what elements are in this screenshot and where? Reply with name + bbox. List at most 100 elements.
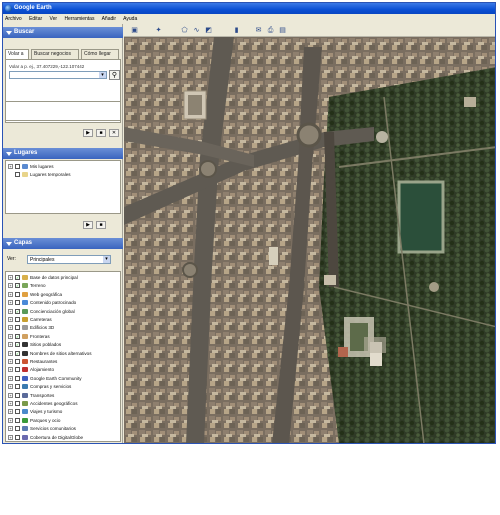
layer-checkbox[interactable]	[15, 367, 20, 373]
layer-item[interactable]: + Web geográfica	[6, 291, 120, 298]
layer-item[interactable]: + ✓ Nombres de sitios alternativos	[6, 350, 120, 357]
places-item-lugares-temporales[interactable]: Lugares temporales	[6, 171, 120, 178]
layer-item[interactable]: + ✓ Concienciación global	[6, 308, 120, 315]
menu-archivo[interactable]: Archivo	[5, 16, 22, 22]
places-item-mis-lugares[interactable]: + Mis lugares	[6, 163, 120, 170]
expand-icon[interactable]: +	[8, 350, 13, 356]
image-overlay-icon[interactable]: ◩	[204, 26, 213, 35]
sidebar-toggle-icon[interactable]: ▣	[130, 26, 139, 35]
expand-icon[interactable]: +	[8, 384, 13, 390]
layer-checkbox[interactable]	[15, 434, 20, 440]
chevron-down-icon[interactable]: ▾	[99, 72, 106, 78]
layer-item[interactable]: + Restaurantes	[6, 358, 120, 365]
layer-checkbox[interactable]: ✓	[15, 275, 20, 280]
stop-icon[interactable]: ■	[96, 129, 106, 137]
tab-como-llegar[interactable]: Cómo llegar	[81, 49, 119, 59]
layers-panel-header[interactable]: Capas	[3, 238, 123, 249]
search-input[interactable]: ▾	[9, 71, 107, 79]
close-icon[interactable]: ✕	[109, 129, 119, 137]
play-icon[interactable]: ▶	[83, 221, 93, 229]
layer-item[interactable]: + Transportes	[6, 392, 120, 399]
expand-icon[interactable]: +	[8, 283, 13, 289]
layer-checkbox[interactable]	[15, 300, 20, 306]
maps-icon[interactable]: ▤	[278, 26, 287, 35]
menu-anadir[interactable]: Añadir	[102, 16, 116, 22]
expand-icon[interactable]: +	[8, 401, 13, 406]
expand-icon[interactable]: +	[8, 164, 13, 169]
layer-checkbox[interactable]: ✓	[15, 308, 20, 314]
expand-icon[interactable]: +	[8, 375, 13, 381]
polygon-icon[interactable]: ⬠	[180, 26, 189, 35]
collapse-arrow-icon[interactable]	[6, 242, 12, 246]
menu-herramientas[interactable]: Herramientas	[64, 16, 94, 22]
layer-checkbox[interactable]	[15, 384, 20, 390]
layer-item[interactable]: + Viajes y turismo	[6, 408, 120, 415]
window-title: Google Earth	[14, 5, 52, 11]
collapse-arrow-icon[interactable]	[6, 152, 12, 156]
menu-editar[interactable]: Editar	[29, 16, 42, 22]
expand-icon[interactable]: +	[8, 317, 13, 322]
layer-checkbox[interactable]	[15, 291, 20, 297]
layer-checkbox[interactable]	[15, 426, 20, 432]
layer-checkbox[interactable]	[15, 417, 20, 423]
layer-item[interactable]: + Compras y servicios	[6, 383, 120, 390]
layer-checkbox[interactable]: ✓	[15, 283, 20, 289]
checkbox[interactable]	[15, 172, 20, 177]
placemark-icon[interactable]: ✦	[154, 26, 163, 35]
layer-item[interactable]: + Alojamiento	[6, 366, 120, 373]
chevron-down-icon[interactable]: ▾	[103, 256, 110, 263]
expand-icon[interactable]: +	[8, 434, 13, 440]
layer-item[interactable]: + ✓ Base de datos principal	[6, 274, 120, 281]
layer-item[interactable]: + Parques y ocio	[6, 417, 120, 424]
layer-checkbox[interactable]	[15, 359, 20, 364]
layer-item[interactable]: + ✓ Terreno	[6, 282, 120, 289]
search-panel-header[interactable]: Buscar	[3, 27, 123, 38]
expand-icon[interactable]: +	[8, 325, 13, 331]
email-icon[interactable]: ✉	[254, 26, 263, 35]
layer-item[interactable]: + Edificios 3D	[6, 324, 120, 331]
expand-icon[interactable]: +	[8, 300, 13, 306]
expand-icon[interactable]: +	[8, 409, 13, 415]
layer-item[interactable]: + ✓ Fronteras	[6, 333, 120, 340]
layer-checkbox[interactable]	[15, 325, 20, 331]
layer-checkbox[interactable]	[15, 392, 20, 398]
print-icon[interactable]: ⎙	[266, 26, 275, 35]
expand-icon[interactable]: +	[8, 291, 13, 297]
expand-icon[interactable]: +	[8, 359, 13, 364]
layer-checkbox[interactable]: ✓	[15, 333, 20, 339]
expand-icon[interactable]: +	[8, 392, 13, 398]
layer-checkbox[interactable]	[15, 375, 20, 381]
stop-icon[interactable]: ■	[96, 221, 106, 229]
tab-buscar-negocios[interactable]: Buscar negocios	[31, 49, 79, 59]
expand-icon[interactable]: +	[8, 342, 13, 348]
expand-icon[interactable]: +	[8, 417, 13, 423]
layer-item[interactable]: + Google Earth Community	[6, 375, 120, 382]
earth-3d-view[interactable]	[124, 37, 495, 443]
checkbox[interactable]	[15, 164, 20, 169]
menu-ayuda[interactable]: Ayuda	[123, 16, 137, 22]
layer-item[interactable]: + Servicios comunitarios	[6, 425, 120, 432]
layer-item[interactable]: + ✓ Sitios poblados	[6, 341, 120, 348]
layer-item[interactable]: + Accidentes geográficos	[6, 400, 120, 407]
places-panel-header[interactable]: Lugares	[3, 148, 123, 159]
expand-icon[interactable]: +	[8, 275, 13, 280]
layer-checkbox[interactable]	[15, 401, 20, 406]
ruler-icon[interactable]: ▮	[232, 26, 241, 35]
layer-checkbox[interactable]: ✓	[15, 350, 20, 356]
expand-icon[interactable]: +	[8, 426, 13, 432]
menu-ver[interactable]: Ver	[50, 16, 58, 22]
layer-item[interactable]: + Cobertura de DigitalGlobe	[6, 434, 120, 441]
search-button[interactable]: ⚲	[109, 70, 120, 80]
play-icon[interactable]: ▶	[83, 129, 93, 137]
collapse-arrow-icon[interactable]	[6, 31, 12, 35]
path-icon[interactable]: ∿	[192, 26, 201, 35]
expand-icon[interactable]: +	[8, 333, 13, 339]
layer-item[interactable]: + Contenido patrocinado	[6, 299, 120, 306]
layer-item[interactable]: + Carreteras	[6, 316, 120, 323]
layer-checkbox[interactable]	[15, 317, 20, 322]
layer-checkbox[interactable]	[15, 409, 20, 415]
expand-icon[interactable]: +	[8, 308, 13, 314]
layer-checkbox[interactable]: ✓	[15, 342, 20, 348]
view-select[interactable]: Principales ▾	[27, 255, 111, 264]
expand-icon[interactable]: +	[8, 367, 13, 373]
